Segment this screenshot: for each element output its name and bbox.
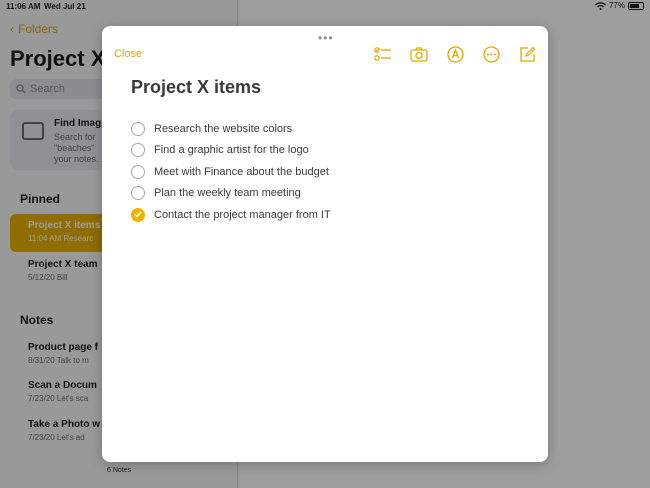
battery-percent: 77% [608, 1, 625, 10]
modal-toolbar [374, 45, 536, 63]
note-title-heading[interactable]: Project X items [131, 77, 261, 98]
compose-icon[interactable] [518, 45, 536, 63]
close-button[interactable]: Close [114, 48, 142, 60]
checklist-icon[interactable] [374, 45, 392, 63]
unchecked-circle-icon[interactable] [131, 143, 145, 158]
checkmark-icon [134, 211, 142, 218]
status-time: 11:06 AM [6, 2, 41, 11]
unchecked-circle-icon[interactable] [131, 121, 145, 136]
unchecked-circle-icon[interactable] [131, 164, 145, 179]
markup-icon[interactable] [446, 45, 464, 63]
note-modal: ••• Close Project X items Research the w… [102, 26, 548, 462]
wifi-icon [595, 1, 606, 10]
camera-icon[interactable] [410, 45, 428, 63]
checklist-item[interactable]: Find a graphic artist for the logo [131, 140, 331, 162]
status-bar: 11:06 AM Wed Jul 21 77% [0, 0, 650, 14]
checklist-item-text[interactable]: Contact the project manager from IT [154, 209, 331, 221]
checklist-item[interactable]: Contact the project manager from IT [131, 204, 331, 226]
sheet-grabber[interactable]: ••• [318, 31, 334, 45]
checklist-item-text[interactable]: Find a graphic artist for the logo [154, 144, 309, 156]
battery-icon [628, 1, 644, 10]
checklist-item-text[interactable]: Plan the weekly team meeting [154, 187, 301, 199]
checklist-item-text[interactable]: Research the website colors [154, 123, 292, 135]
unchecked-circle-icon[interactable] [131, 186, 145, 201]
checklist-item[interactable]: Meet with Finance about the budget [131, 161, 331, 183]
status-date: Wed Jul 21 [44, 2, 86, 11]
more-icon[interactable] [482, 45, 500, 63]
checklist-item[interactable]: Research the website colors [131, 118, 331, 140]
checklist-item[interactable]: Plan the weekly team meeting [131, 183, 331, 205]
checked-circle-icon[interactable] [131, 207, 145, 222]
checklist-item-text[interactable]: Meet with Finance about the budget [154, 166, 329, 178]
checklist: Research the website colors Find a graph… [131, 118, 331, 226]
